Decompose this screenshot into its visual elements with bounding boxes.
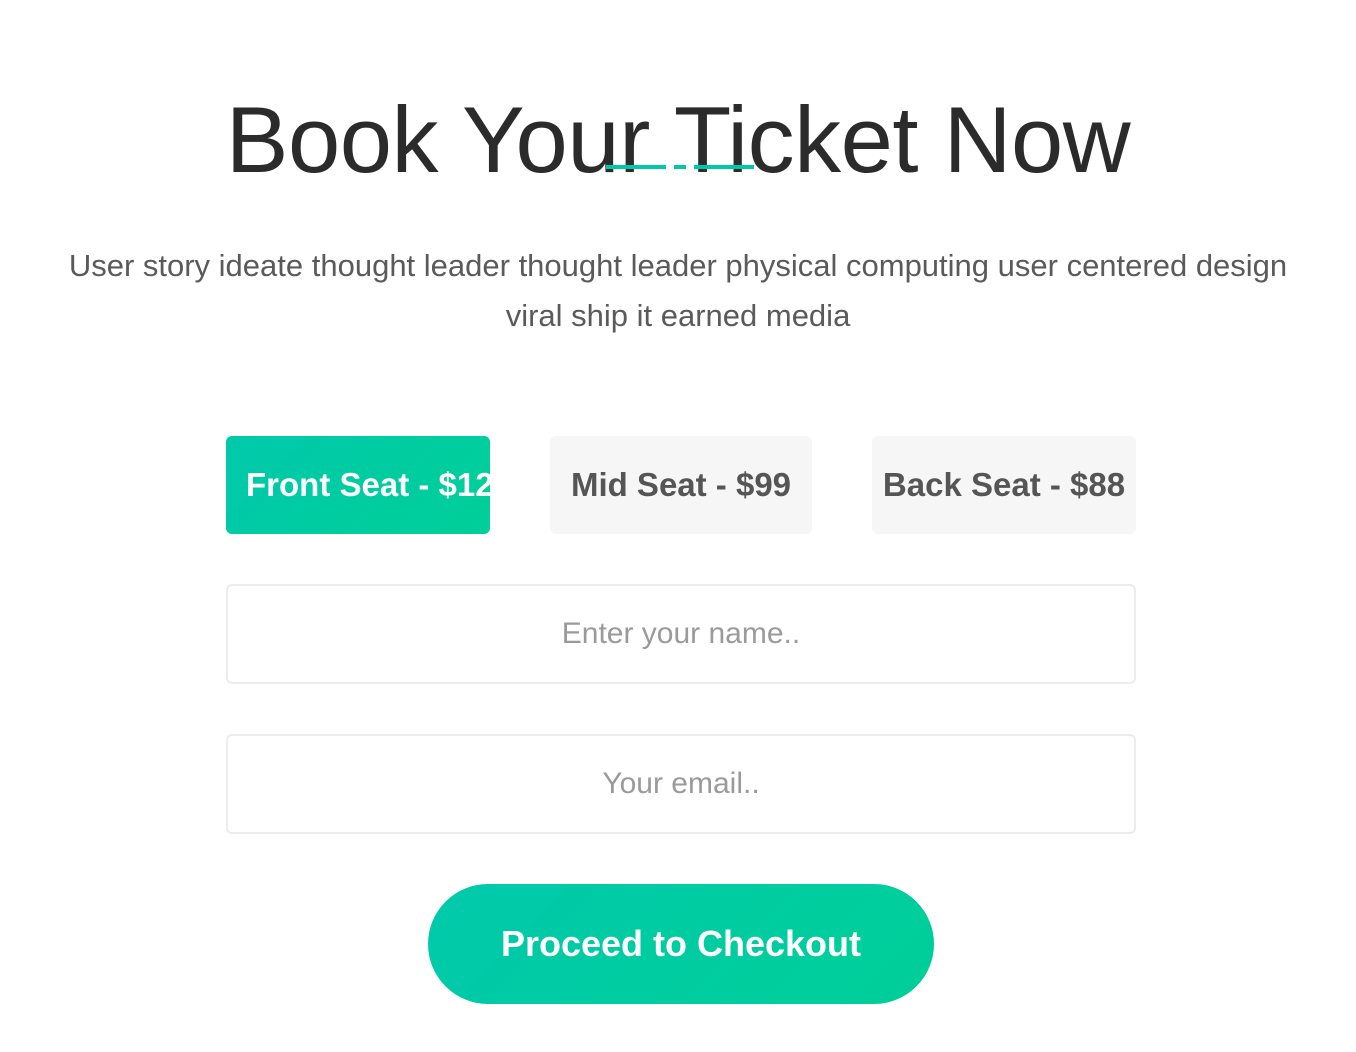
checkout-button-label: Proceed to Checkout <box>500 923 862 964</box>
page-title: Book Your Ticket Now <box>225 86 1131 192</box>
divider-segment <box>674 165 686 169</box>
seat-option-label: Back Seat - $88 <box>882 466 1126 503</box>
name-input[interactable] <box>226 584 1136 684</box>
email-input[interactable] <box>226 734 1136 834</box>
page-subtitle: User story ideate thought leader thought… <box>68 248 1288 333</box>
seat-options: Front Seat - $128 Mid Seat - $99 Back Se… <box>226 436 1136 534</box>
seat-option-label: Front Seat - $128 <box>246 466 490 503</box>
seat-option-front[interactable]: Front Seat - $128 <box>226 436 490 534</box>
seat-option-label: Mid Seat - $99 <box>570 466 792 503</box>
title-divider <box>606 165 754 169</box>
proceed-to-checkout-button[interactable]: Proceed to Checkout <box>428 884 934 1004</box>
seat-option-back[interactable]: Back Seat - $88 <box>872 436 1136 534</box>
divider-segment <box>694 165 754 169</box>
divider-segment <box>606 165 666 169</box>
seat-option-mid[interactable]: Mid Seat - $99 <box>550 436 812 534</box>
